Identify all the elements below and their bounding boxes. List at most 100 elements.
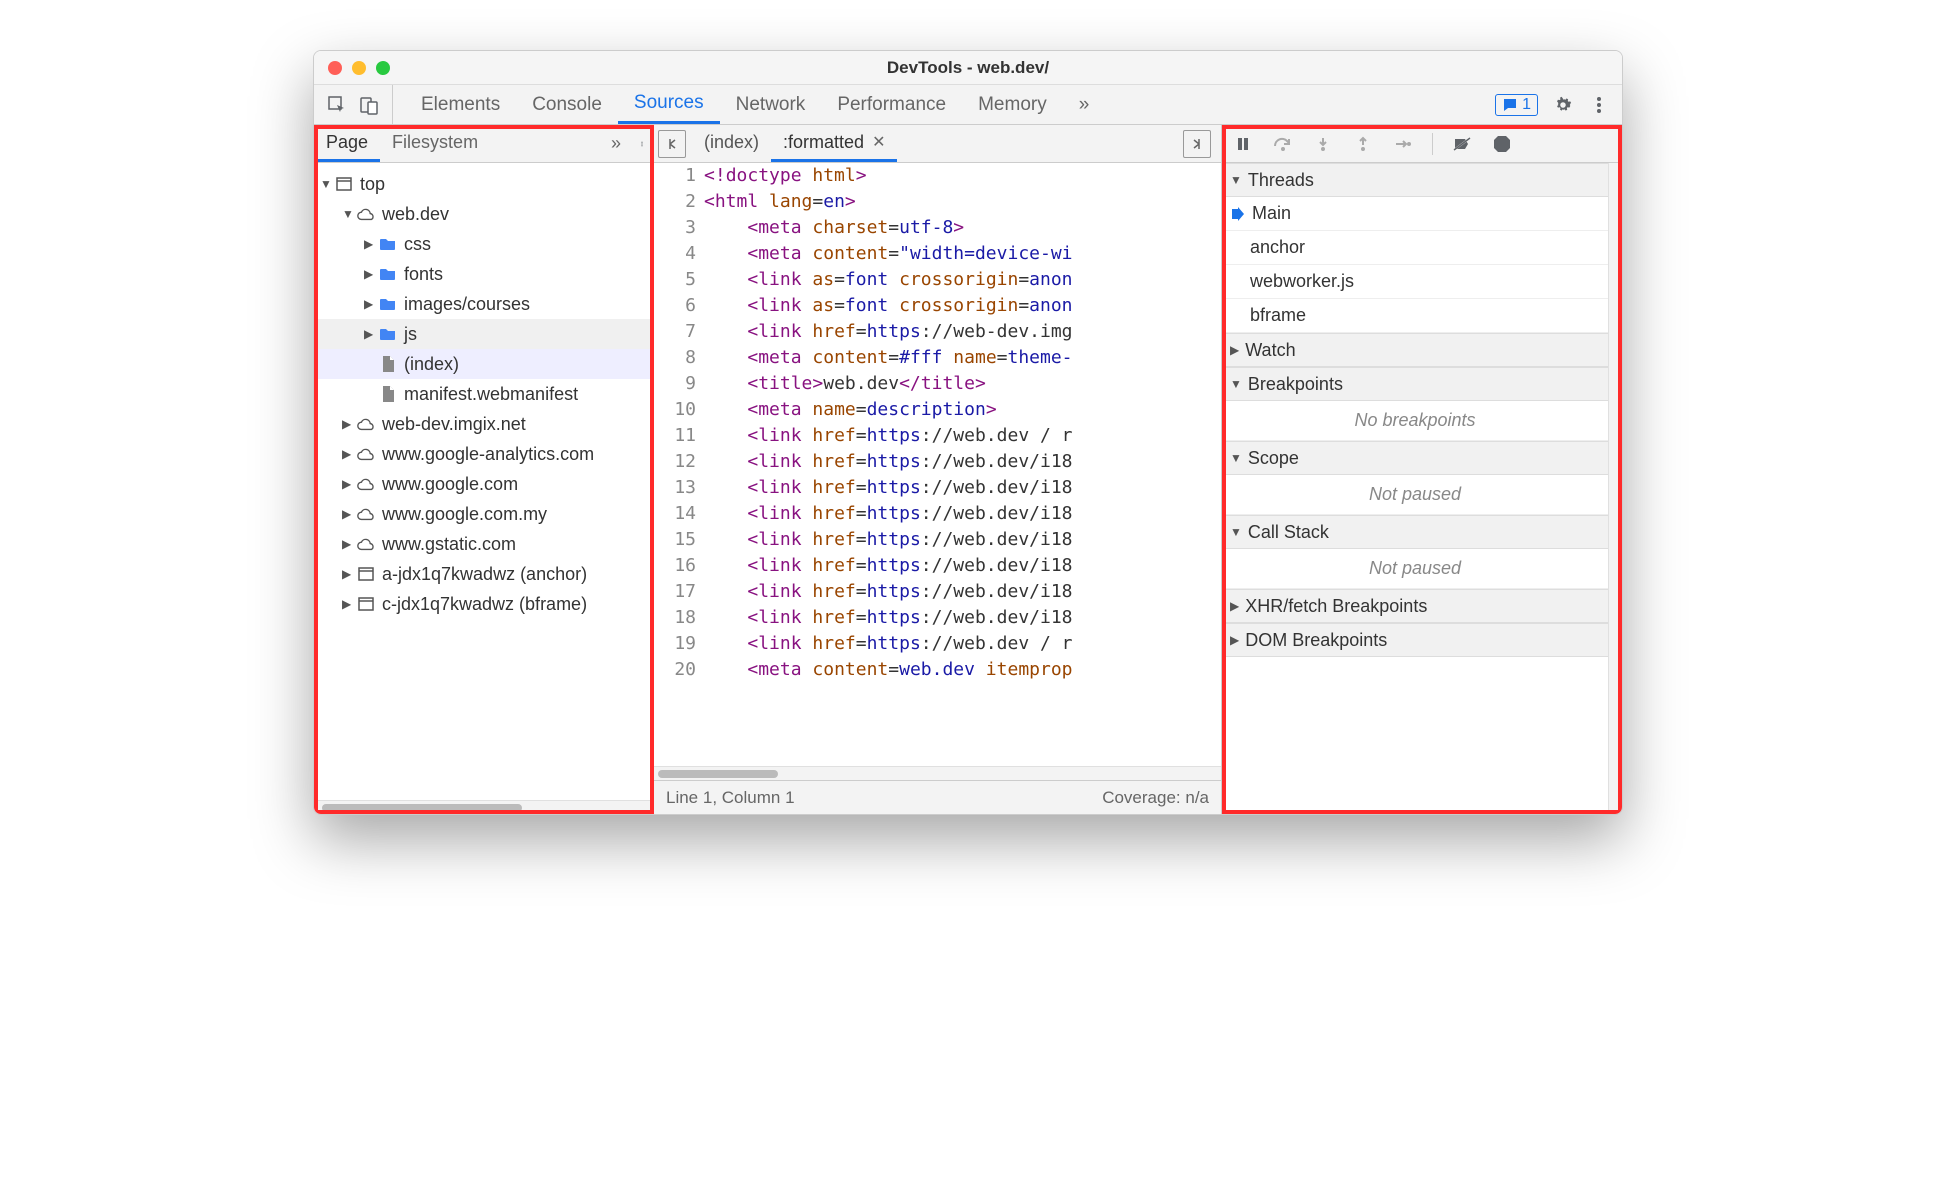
minimize-window-button[interactable] xyxy=(352,61,366,75)
thread-item[interactable]: bframe xyxy=(1222,299,1608,333)
tab-sources[interactable]: Sources xyxy=(618,85,720,124)
close-window-button[interactable] xyxy=(328,61,342,75)
step-into-icon[interactable] xyxy=(1312,133,1334,155)
folder-icon xyxy=(378,294,398,314)
expand-arrow-icon[interactable]: ▶ xyxy=(342,507,356,521)
navigator-overflow[interactable]: » xyxy=(601,133,631,154)
disclosure-triangle-icon: ▼ xyxy=(1230,525,1242,539)
tree-item[interactable]: (index) xyxy=(314,349,653,379)
disclosure-triangle-icon: ▼ xyxy=(1230,377,1242,391)
expand-arrow-icon[interactable]: ▶ xyxy=(342,477,356,491)
step-icon[interactable] xyxy=(1392,133,1414,155)
tree-item[interactable]: ▶ images/courses xyxy=(314,289,653,319)
pause-icon[interactable] xyxy=(1232,133,1254,155)
issues-count: 1 xyxy=(1522,96,1531,114)
editor-hscroll[interactable] xyxy=(654,766,1221,780)
issues-badge[interactable]: 1 xyxy=(1495,94,1538,116)
tree-item[interactable]: ▶ fonts xyxy=(314,259,653,289)
tree-item[interactable]: ▶a-jdx1q7kwadwz (anchor) xyxy=(314,559,653,589)
tree-item[interactable]: ▶ www.google.com.my xyxy=(314,499,653,529)
disclosure-triangle-icon: ▶ xyxy=(1230,343,1239,357)
tree-item[interactable]: ▶www.google-analytics.com xyxy=(314,439,653,469)
editor-nav-prev-icon[interactable] xyxy=(658,130,686,158)
tree-item[interactable]: ▶css xyxy=(314,229,653,259)
tab-console[interactable]: Console xyxy=(516,85,618,124)
main-toolbar: ElementsConsoleSourcesNetworkPerformance… xyxy=(314,85,1622,125)
editor-pane: (index):formatted✕ 123456789101112131415… xyxy=(654,125,1222,814)
titlebar: DevTools - web.dev/ xyxy=(314,51,1622,85)
expand-arrow-icon[interactable]: ▶ xyxy=(364,267,378,281)
tab-network[interactable]: Network xyxy=(720,85,822,124)
tree-item[interactable]: ▶www.gstatic.com xyxy=(314,529,653,559)
navigator-tab-filesystem[interactable]: Filesystem xyxy=(380,125,490,162)
tree-item[interactable]: ▼top xyxy=(314,169,653,199)
section-header[interactable]: ▶DOM Breakpoints xyxy=(1222,623,1608,657)
file-tab[interactable]: (index) xyxy=(692,125,771,162)
disclosure-triangle-icon: ▶ xyxy=(1230,633,1239,647)
traffic-lights xyxy=(314,61,390,75)
section-header[interactable]: ▼Breakpoints xyxy=(1222,367,1608,401)
expand-arrow-icon[interactable]: ▶ xyxy=(364,297,378,311)
editor-nav-next-icon[interactable] xyxy=(1183,130,1211,158)
expand-arrow-icon[interactable]: ▼ xyxy=(342,207,356,221)
tree-item[interactable]: ▼web.dev xyxy=(314,199,653,229)
debugger-vscroll[interactable] xyxy=(1608,163,1622,814)
device-toggle-icon[interactable] xyxy=(358,94,380,116)
code-editor[interactable]: 1234567891011121314151617181920 <!doctyp… xyxy=(654,163,1221,766)
disclosure-triangle-icon: ▶ xyxy=(1230,599,1239,613)
close-icon[interactable]: ✕ xyxy=(872,132,885,152)
cloud-icon xyxy=(356,534,376,554)
tree-item[interactable]: ▶c-jdx1q7kwadwz (bframe) xyxy=(314,589,653,619)
maximize-window-button[interactable] xyxy=(376,61,390,75)
expand-arrow-icon[interactable]: ▶ xyxy=(342,567,356,581)
section-header[interactable]: ▼Scope xyxy=(1222,441,1608,475)
thread-label: bframe xyxy=(1250,305,1306,326)
expand-arrow-icon[interactable]: ▶ xyxy=(364,327,378,341)
section-header[interactable]: ▶ Watch xyxy=(1222,333,1608,367)
cloud-icon xyxy=(356,414,376,434)
gear-icon[interactable] xyxy=(1552,94,1574,116)
navigator-tab-page[interactable]: Page xyxy=(314,125,380,162)
frame-icon xyxy=(356,594,376,614)
expand-arrow-icon[interactable]: ▶ xyxy=(342,447,356,461)
file-tab[interactable]: :formatted✕ xyxy=(771,125,897,162)
more-vert-icon[interactable] xyxy=(1588,94,1610,116)
tree-item[interactable]: ▶www.google.com xyxy=(314,469,653,499)
file-tree[interactable]: ▼top▼web.dev▶css▶fonts▶images/courses▶js… xyxy=(314,163,653,800)
cloud-icon xyxy=(356,204,376,224)
tabs-overflow[interactable]: » xyxy=(1063,94,1106,116)
tree-item[interactable]: ▶js xyxy=(314,319,653,349)
step-out-icon[interactable] xyxy=(1352,133,1374,155)
tree-item[interactable]: manifest.webmanifest xyxy=(314,379,653,409)
tree-item[interactable]: ▶web-dev.imgix.net xyxy=(314,409,653,439)
expand-arrow-icon[interactable]: ▶ xyxy=(364,237,378,251)
tree-label: (index) xyxy=(404,354,459,375)
tab-performance[interactable]: Performance xyxy=(821,85,962,124)
thread-item[interactable]: anchor xyxy=(1222,231,1608,265)
cursor-position: Line 1, Column 1 xyxy=(666,788,795,808)
tab-elements[interactable]: Elements xyxy=(405,85,516,124)
code-lines[interactable]: <!doctype html><html lang=en> <meta char… xyxy=(704,163,1221,766)
expand-arrow-icon[interactable]: ▶ xyxy=(342,417,356,431)
frame-icon xyxy=(334,174,354,194)
section-header[interactable]: ▼Threads xyxy=(1222,163,1608,197)
tree-label: fonts xyxy=(404,264,443,285)
navigator-more-icon[interactable] xyxy=(631,133,653,155)
tree-label: www.google.com.my xyxy=(382,504,547,525)
section-header[interactable]: ▼Call Stack xyxy=(1222,515,1608,549)
step-over-icon[interactable] xyxy=(1272,133,1294,155)
expand-arrow-icon[interactable]: ▶ xyxy=(342,597,356,611)
thread-item[interactable]: Main xyxy=(1222,197,1608,231)
pause-on-exceptions-icon[interactable] xyxy=(1491,133,1513,155)
section-title: Watch xyxy=(1245,340,1295,361)
expand-arrow-icon[interactable]: ▼ xyxy=(320,177,334,191)
section-header[interactable]: ▶XHR/fetch Breakpoints xyxy=(1222,589,1608,623)
tree-label: images/courses xyxy=(404,294,530,315)
inspect-icon[interactable] xyxy=(326,94,348,116)
navigator-hscroll[interactable] xyxy=(314,800,653,814)
deactivate-breakpoints-icon[interactable] xyxy=(1451,133,1473,155)
expand-arrow-icon[interactable]: ▶ xyxy=(342,537,356,551)
thread-item[interactable]: webworker.js xyxy=(1222,265,1608,299)
debugger-toolbar xyxy=(1222,125,1622,163)
tab-memory[interactable]: Memory xyxy=(962,85,1063,124)
